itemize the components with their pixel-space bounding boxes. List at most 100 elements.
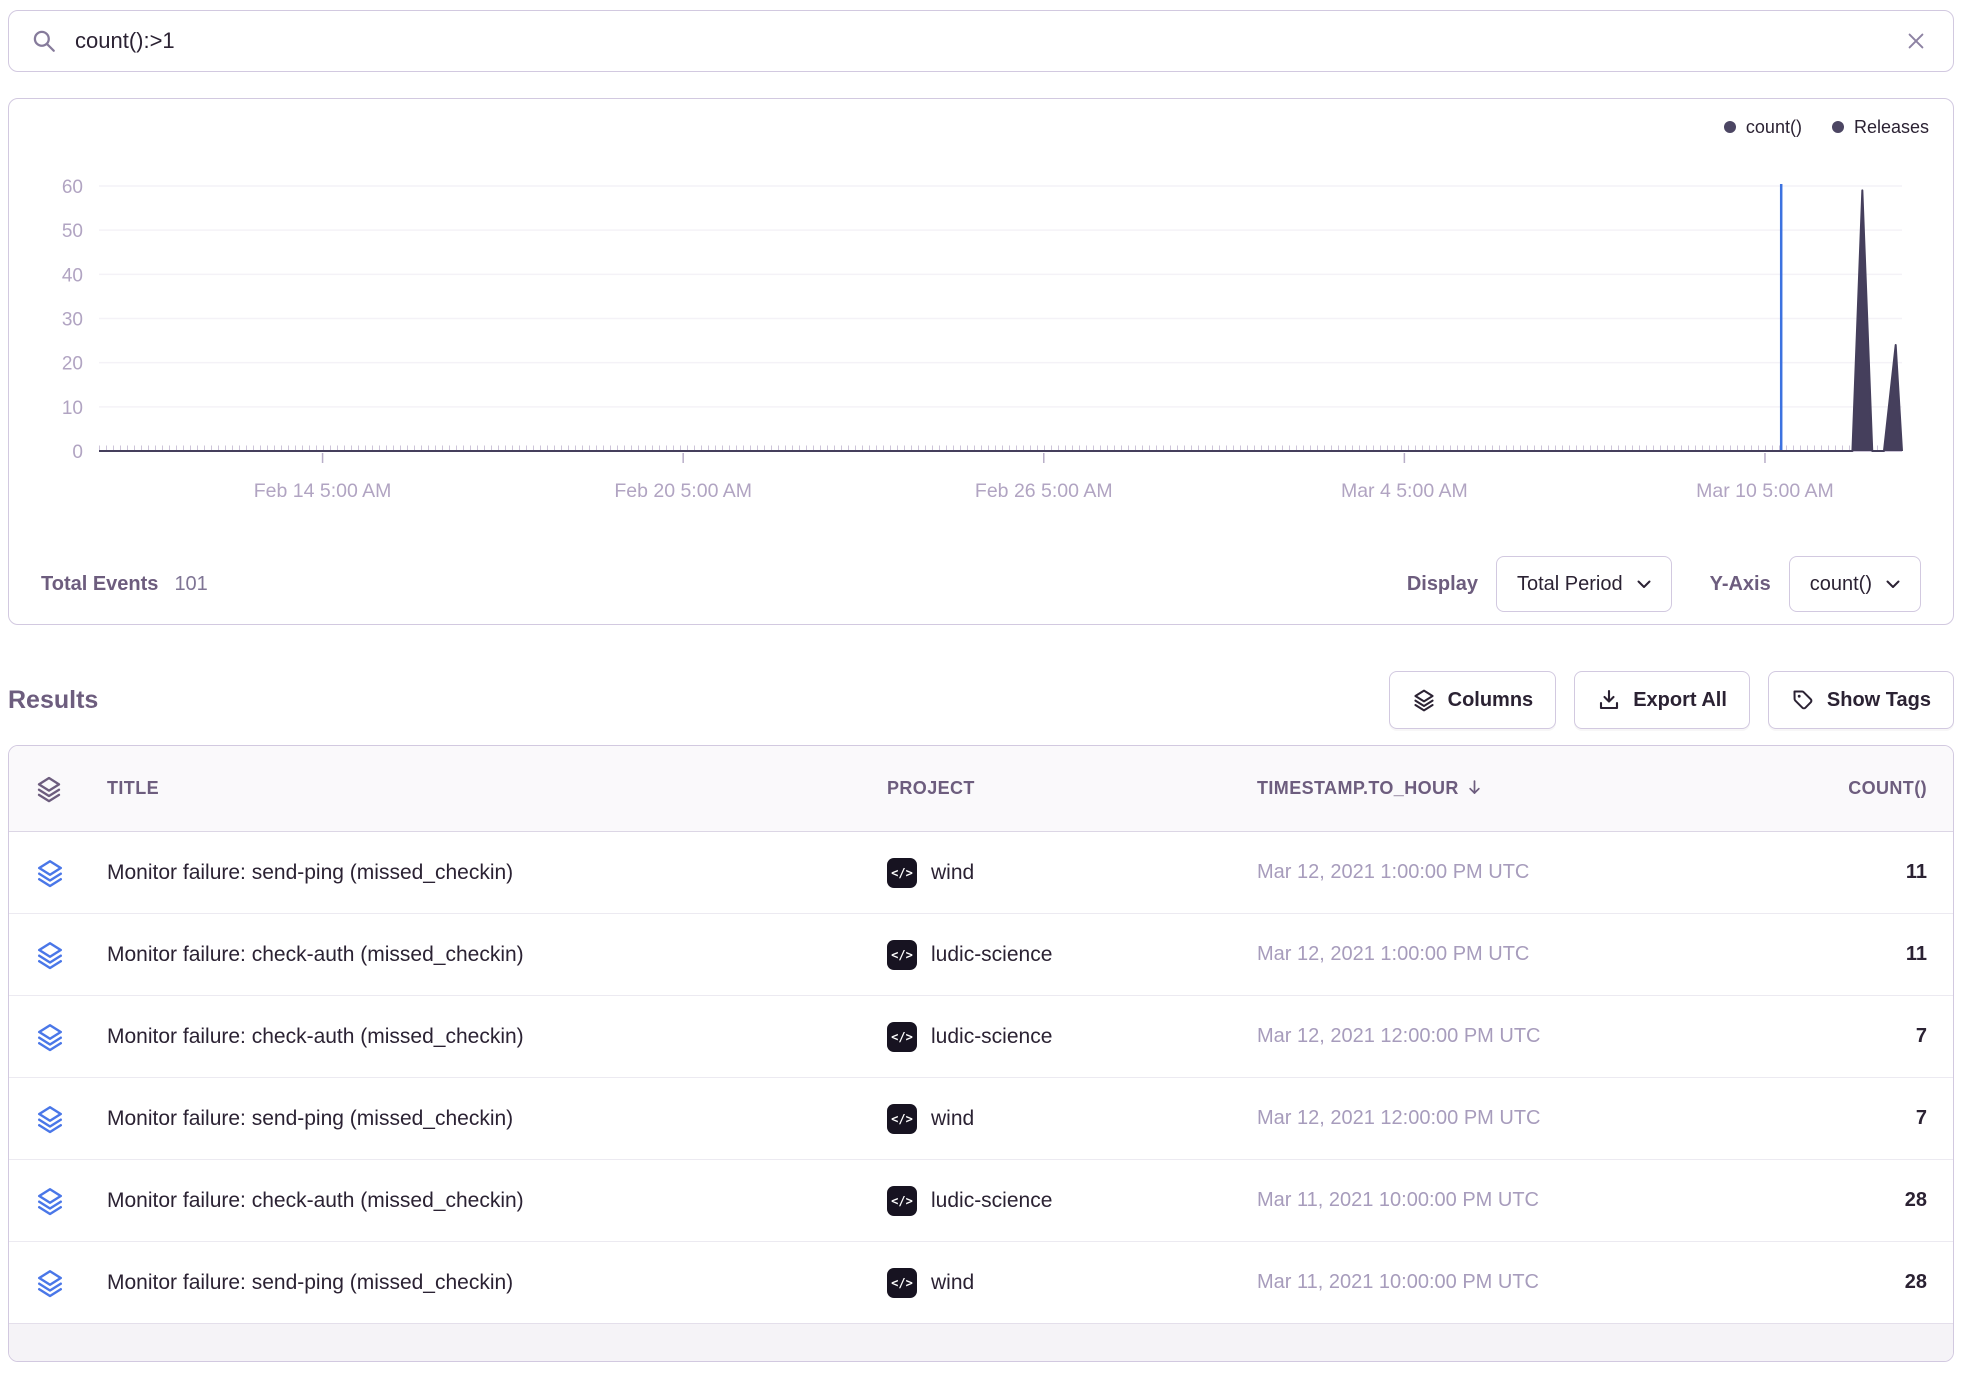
row-title[interactable]: Monitor failure: check-auth (missed_chec… <box>107 1189 887 1213</box>
row-title[interactable]: Monitor failure: check-auth (missed_chec… <box>107 1025 887 1049</box>
project-platform-icon: </> <box>887 1022 917 1052</box>
row-title[interactable]: Monitor failure: check-auth (missed_chec… <box>107 943 887 967</box>
project-platform-icon: </> <box>887 1268 917 1298</box>
row-title[interactable]: Monitor failure: send-ping (missed_check… <box>107 1271 887 1295</box>
column-header-count[interactable]: COUNT() <box>1848 778 1927 799</box>
count-series-dot-icon <box>1724 121 1736 133</box>
project-name: ludic-science <box>931 1025 1052 1049</box>
stack-row-icon <box>35 1186 107 1216</box>
chart-legend: count() Releases <box>27 109 1935 145</box>
row-project: </> wind <box>887 1104 1257 1134</box>
project-platform-icon: </> <box>887 1104 917 1134</box>
row-count: 28 <box>1905 1189 1927 1212</box>
chevron-down-icon <box>1886 580 1900 589</box>
close-icon <box>1905 30 1927 52</box>
export-all-button[interactable]: Export All <box>1574 671 1750 729</box>
project-platform-icon: </> <box>887 940 917 970</box>
layers-icon <box>1412 688 1436 712</box>
row-project: </> wind <box>887 1268 1257 1298</box>
search-icon <box>31 28 57 54</box>
svg-text:50: 50 <box>62 221 83 242</box>
display-dropdown[interactable]: Total Period <box>1496 556 1672 612</box>
svg-text:20: 20 <box>62 354 83 375</box>
stack-header-icon[interactable] <box>35 775 107 803</box>
events-chart-panel: count() Releases 0 10 20 30 40 50 60 Feb 14 5:0… <box>8 98 1954 625</box>
svg-text:60: 60 <box>62 177 83 198</box>
columns-button[interactable]: Columns <box>1389 671 1557 729</box>
sort-desc-icon <box>1465 778 1484 797</box>
svg-text:Feb 26 5:00 AM: Feb 26 5:00 AM <box>975 480 1113 502</box>
y-axis-dropdown[interactable]: count() <box>1789 556 1921 612</box>
row-timestamp: Mar 12, 2021 1:00:00 PM UTC <box>1257 943 1757 966</box>
stack-row-icon <box>35 940 107 970</box>
row-title[interactable]: Monitor failure: send-ping (missed_check… <box>107 861 887 885</box>
svg-text:40: 40 <box>62 265 83 286</box>
table-row[interactable]: Monitor failure: check-auth (missed_chec… <box>9 996 1953 1078</box>
chevron-down-icon <box>1637 580 1651 589</box>
legend-releases-label: Releases <box>1854 117 1929 138</box>
svg-text:30: 30 <box>62 310 83 331</box>
results-title: Results <box>8 686 98 715</box>
events-area-chart: 0 10 20 30 40 50 60 Feb 14 5:00 AM Feb 20 5:00 A… <box>27 145 1934 537</box>
svg-text:Mar 10 5:00 AM: Mar 10 5:00 AM <box>1696 480 1834 502</box>
project-platform-icon: </> <box>887 858 917 888</box>
row-project: </> ludic-science <box>887 940 1257 970</box>
row-timestamp: Mar 11, 2021 10:00:00 PM UTC <box>1257 1271 1757 1294</box>
column-header-timestamp[interactable]: TIMESTAMP.TO_HOUR <box>1257 778 1757 799</box>
search-input[interactable] <box>73 27 1885 55</box>
svg-text:Feb 20 5:00 AM: Feb 20 5:00 AM <box>614 480 752 502</box>
project-name: wind <box>931 861 974 885</box>
stack-row-icon <box>35 1022 107 1052</box>
table-row[interactable]: Monitor failure: send-ping (missed_check… <box>9 1242 1953 1324</box>
results-table: TITLE PROJECT TIMESTAMP.TO_HOUR COUNT() … <box>8 745 1954 1362</box>
legend-item-releases[interactable]: Releases <box>1832 117 1929 138</box>
legend-count-label: count() <box>1746 117 1802 138</box>
row-project: </> ludic-science <box>887 1022 1257 1052</box>
legend-item-count[interactable]: count() <box>1724 117 1802 138</box>
chart-footer: Total Events 101 Display Total Period Y-… <box>27 542 1935 626</box>
row-count: 28 <box>1905 1271 1927 1294</box>
stack-row-icon <box>35 858 107 888</box>
column-header-project[interactable]: PROJECT <box>887 778 1257 799</box>
row-count: 11 <box>1906 861 1927 884</box>
svg-text:Mar 4 5:00 AM: Mar 4 5:00 AM <box>1341 480 1468 502</box>
row-timestamp: Mar 11, 2021 10:00:00 PM UTC <box>1257 1189 1757 1212</box>
row-count: 7 <box>1916 1107 1927 1130</box>
show-tags-button[interactable]: Show Tags <box>1768 671 1954 729</box>
table-body: Monitor failure: send-ping (missed_check… <box>9 832 1953 1324</box>
column-header-title[interactable]: TITLE <box>107 778 887 799</box>
row-count: 11 <box>1906 943 1927 966</box>
table-row[interactable]: Monitor failure: send-ping (missed_check… <box>9 832 1953 914</box>
row-project: </> ludic-science <box>887 1186 1257 1216</box>
columns-button-label: Columns <box>1448 689 1534 712</box>
table-footer-strip <box>9 1323 1953 1361</box>
releases-series-dot-icon <box>1832 121 1844 133</box>
search-bar <box>8 10 1954 72</box>
row-count: 7 <box>1916 1025 1927 1048</box>
row-title[interactable]: Monitor failure: send-ping (missed_check… <box>107 1107 887 1131</box>
row-project: </> wind <box>887 858 1257 888</box>
svg-text:0: 0 <box>72 442 83 463</box>
row-timestamp: Mar 12, 2021 12:00:00 PM UTC <box>1257 1025 1757 1048</box>
svg-text:Feb 14 5:00 AM: Feb 14 5:00 AM <box>254 480 392 502</box>
clear-search-button[interactable] <box>1901 26 1931 56</box>
table-header-row: TITLE PROJECT TIMESTAMP.TO_HOUR COUNT() <box>9 746 1953 832</box>
row-timestamp: Mar 12, 2021 1:00:00 PM UTC <box>1257 861 1757 884</box>
table-row[interactable]: Monitor failure: check-auth (missed_chec… <box>9 1160 1953 1242</box>
results-header-bar: Results Columns Export All <box>8 671 1954 729</box>
download-icon <box>1597 688 1621 712</box>
tag-icon <box>1791 688 1815 712</box>
project-name: ludic-science <box>931 943 1052 967</box>
table-row[interactable]: Monitor failure: send-ping (missed_check… <box>9 1078 1953 1160</box>
svg-text:10: 10 <box>62 398 83 419</box>
total-events-label: Total Events <box>41 573 158 596</box>
table-row[interactable]: Monitor failure: check-auth (missed_chec… <box>9 914 1953 996</box>
stack-row-icon <box>35 1104 107 1134</box>
display-label: Display <box>1407 573 1478 596</box>
timestamp-column-label: TIMESTAMP.TO_HOUR <box>1257 778 1459 798</box>
row-timestamp: Mar 12, 2021 12:00:00 PM UTC <box>1257 1107 1757 1130</box>
display-dropdown-value: Total Period <box>1517 573 1623 596</box>
show-tags-button-label: Show Tags <box>1827 689 1931 712</box>
project-name: wind <box>931 1271 974 1295</box>
total-events-value: 101 <box>174 573 207 596</box>
